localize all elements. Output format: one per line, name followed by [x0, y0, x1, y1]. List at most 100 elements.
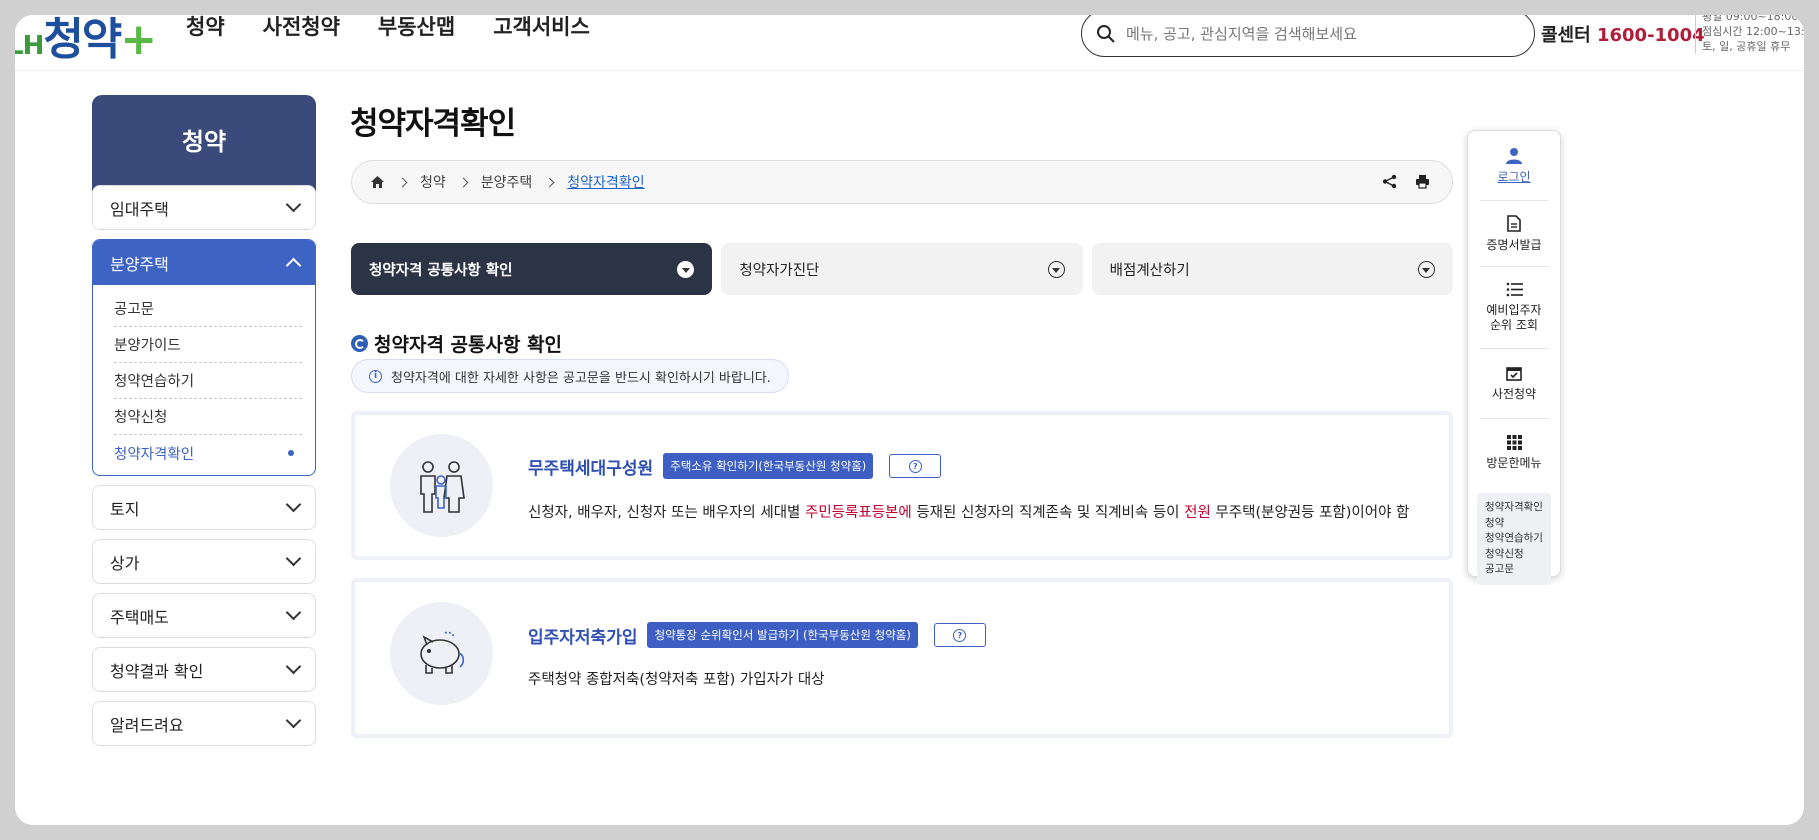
notice-text: 청약자격에 대한 자세한 사항은 공고문을 반드시 확인하시기 바랍니다.: [391, 370, 771, 386]
quick-waitlist-rank[interactable]: 예비입주자 순위 조회: [1480, 267, 1548, 349]
chevron-down-icon: [285, 604, 302, 621]
quick-visited-menu[interactable]: 방문한메뉴: [1480, 419, 1548, 487]
triangle-down-icon: [1052, 267, 1061, 273]
list-icon: [1506, 282, 1523, 297]
gnb-item-real-estate-map[interactable]: 부동산맵: [378, 15, 455, 41]
check-ownership-button[interactable]: 주택소유 확인하기(한국부동산원 청약홈): [663, 453, 874, 479]
sidebar-item-label: 청약결과 확인: [110, 661, 204, 681]
tab-bar: 청약자격 공통사항 확인 청약자가진단 배점계산하기: [351, 243, 1453, 295]
family-icon: [419, 460, 465, 513]
help-button[interactable]: ?: [933, 623, 986, 647]
sidebar-item-label: 임대주택: [110, 199, 169, 219]
dropdown-circle-icon: [1417, 260, 1435, 278]
document-icon: [1507, 214, 1521, 232]
quick-login[interactable]: 로그인: [1480, 131, 1548, 201]
sidebar-group-sale: 분양주택 공고문 분양가이드 청약연습하기 청약신청 청약자격확인: [92, 239, 316, 476]
sub-item-announcement[interactable]: 공고문: [114, 291, 302, 327]
piggy-bank-icon: [419, 631, 464, 674]
issue-rank-certificate-button[interactable]: 청약통장 순위확인서 발급하기 (한국부동산원 청약홈): [647, 622, 918, 648]
breadcrumb: 청약 분양주택 청약자격확인: [351, 160, 1453, 204]
hours-lunch: 점심시간 12:00~13:00: [1702, 25, 1804, 38]
callcenter-number: 1600-1004: [1596, 25, 1705, 46]
quick-item-label: 방문한메뉴: [1486, 456, 1542, 470]
help-button[interactable]: ?: [889, 454, 942, 478]
breadcrumb-current[interactable]: 청약자격확인: [567, 172, 644, 192]
print-icon[interactable]: [1415, 174, 1430, 189]
tab-label: 청약자격 공통사항 확인: [369, 262, 513, 279]
desc-emphasis: 전원: [1184, 505, 1211, 521]
sub-item-sale-guide[interactable]: 분양가이드: [114, 327, 302, 363]
section-title: 청약자격 공통사항 확인: [351, 330, 562, 357]
home-icon[interactable]: [370, 175, 385, 189]
sidebar-item-results[interactable]: 청약결과 확인: [92, 647, 316, 692]
sub-item-eligibility-check[interactable]: 청약자격확인: [114, 435, 302, 471]
search-icon[interactable]: [1096, 24, 1116, 44]
sidebar-sub-list: 공고문 분양가이드 청약연습하기 청약신청 청약자격확인: [93, 285, 315, 475]
question-icon: ?: [908, 459, 922, 473]
sidebar-title: 청약: [92, 95, 316, 197]
tab-label: 청약자가진단: [739, 262, 820, 279]
sidebar-item-commercial[interactable]: 상가: [92, 539, 316, 584]
card-description: 주택청약 종합저축(청약저축 포함) 가입자가 대상: [528, 668, 825, 689]
chevron-down-icon: [285, 658, 302, 675]
callcenter-hours: 평일 09:00~18:00 점심시간 12:00~13:00 토, 일, 공휴…: [1695, 15, 1804, 54]
breadcrumb-item[interactable]: 분양주택: [481, 172, 533, 192]
breadcrumb-separator-icon: [544, 177, 555, 187]
sub-item-label: 청약연습하기: [114, 374, 195, 390]
sidebar-item-rental[interactable]: 임대주택: [92, 185, 316, 230]
recent-menu-item[interactable]: 공고문: [1485, 562, 1543, 578]
tab-common-eligibility[interactable]: 청약자격 공통사항 확인: [351, 243, 713, 295]
sidebar-item-notices[interactable]: 알려드려요: [92, 701, 316, 746]
hours-holiday: 토, 일, 공휴일 휴무: [1702, 40, 1791, 53]
search-box[interactable]: [1081, 15, 1535, 57]
info-icon: i: [369, 369, 382, 383]
gnb-item-subscription[interactable]: 청약: [186, 15, 225, 41]
chevron-down-icon: [285, 712, 302, 729]
logo-plus: +: [120, 15, 158, 65]
sub-item-label: 청약신청: [114, 410, 168, 426]
recent-menu-item[interactable]: 청약: [1485, 516, 1543, 532]
sidebar-item-label: 알려드려요: [110, 715, 184, 735]
gnb-item-customer-service[interactable]: 고객서비스: [493, 15, 590, 41]
chevron-down-icon: [285, 496, 302, 513]
recent-menu-item[interactable]: 청약자격확인: [1485, 500, 1543, 516]
browser-viewport: LH청약+ 청약 사전청약 부동산맵 고객서비스 콜센터 1600-1004 평…: [15, 15, 1804, 825]
sidebar-item-sale[interactable]: 분양주택: [93, 240, 315, 285]
sidebar-item-land[interactable]: 토지: [92, 485, 316, 530]
tab-score-calculator[interactable]: 배점계산하기: [1091, 243, 1453, 295]
sidebar-item-label: 주택매도: [110, 607, 169, 627]
calendar-check-icon: [1506, 367, 1522, 381]
active-dot: [288, 450, 294, 456]
breadcrumb-separator-icon: [397, 177, 408, 187]
site-header: LH청약+ 청약 사전청약 부동산맵 고객서비스 콜센터 1600-1004 평…: [15, 15, 1804, 71]
piggy-bank-icon-circle: [390, 602, 493, 705]
notice-box: i 청약자격에 대한 자세한 사항은 공고문을 반드시 확인하시기 바랍니다.: [351, 359, 789, 393]
sub-item-practice[interactable]: 청약연습하기: [114, 363, 302, 399]
chevron-up-icon: [285, 257, 302, 274]
callcenter-label: 콜센터: [1541, 25, 1591, 46]
recent-menu-item[interactable]: 청약연습하기: [1485, 531, 1543, 547]
tab-label: 배점계산하기: [1109, 262, 1190, 279]
logo-main: 청약: [43, 15, 122, 65]
search-input[interactable]: [1126, 24, 1486, 43]
recent-menu-list: 청약자격확인 청약 청약연습하기 청약신청 공고문: [1477, 493, 1551, 585]
card-title-row: 무주택세대구성원 주택소유 확인하기(한국부동산원 청약홈) ?: [528, 453, 942, 479]
logo-lh: LH: [15, 31, 44, 61]
sub-item-apply[interactable]: 청약신청: [114, 399, 302, 435]
sub-item-label: 청약자격확인: [114, 446, 195, 463]
triangle-down-icon: [681, 267, 690, 273]
site-logo[interactable]: LH청약+: [15, 15, 157, 67]
eligibility-card-savings: 입주자저축가입 청약통장 순위확인서 발급하기 (한국부동산원 청약홈) ? 주…: [351, 578, 1453, 738]
sidebar-item-housing-sale[interactable]: 주택매도: [92, 593, 316, 638]
tab-self-diagnosis[interactable]: 청약자가진단: [721, 243, 1083, 295]
section-title-text: 청약자격 공통사항 확인: [374, 334, 563, 356]
breadcrumb-item[interactable]: 청약: [420, 172, 446, 192]
recent-menu-item[interactable]: 청약신청: [1485, 547, 1543, 563]
share-icon[interactable]: [1382, 174, 1397, 189]
triangle-down-icon: [1422, 267, 1431, 273]
quick-certificate[interactable]: 증명서발급: [1480, 201, 1548, 267]
quick-pre-subscription[interactable]: 사전청약: [1480, 349, 1548, 419]
question-icon: ?: [953, 628, 967, 642]
gnb-item-pre-subscription[interactable]: 사전청약: [263, 15, 340, 41]
sub-item-label: 공고문: [114, 302, 155, 318]
